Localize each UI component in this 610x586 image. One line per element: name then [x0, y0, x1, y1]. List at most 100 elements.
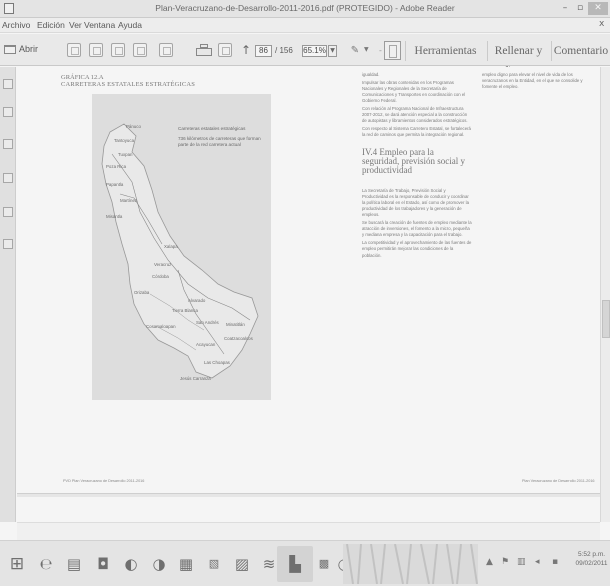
- section-title: CARRETERAS ESTATALES ESTRATÉGICAS: [61, 81, 196, 88]
- layers-icon[interactable]: [3, 239, 13, 249]
- paragraph: La competitividad y el aprovechamiento d…: [362, 240, 472, 258]
- clock-date: 09/02/2011: [575, 560, 608, 567]
- city-label: Tuxpan: [118, 152, 133, 157]
- scrollbar-thumb[interactable]: [602, 300, 610, 338]
- pages-icon[interactable]: [3, 107, 13, 117]
- export-icon[interactable]: [89, 43, 103, 57]
- vertical-scrollbar[interactable]: [600, 67, 610, 522]
- flag-icon[interactable]: ⚑: [501, 557, 509, 567]
- city-label: Cosamaloapan: [146, 324, 176, 329]
- city-label: Xalapa: [164, 244, 178, 249]
- paragraph: Con respecto al Sistema Carretero Estata…: [362, 126, 471, 138]
- desktop-texture: [343, 544, 478, 584]
- paragraph: Se buscará la creación de fuentes de emp…: [362, 220, 472, 238]
- create-pdf-icon[interactable]: [67, 43, 81, 57]
- document-view[interactable]: GRÁFICA 12.A CARRETERAS ESTATALES ESTRAT…: [17, 67, 600, 522]
- clock-time: 5:52 p.m.: [577, 551, 606, 558]
- fill-sign-pane-button[interactable]: Rellenar y firmar: [487, 41, 549, 77]
- title-bar: Plan-Veracruzano-de-Desarrollo-2011-2016…: [0, 0, 610, 18]
- spreadsheet-icon[interactable]: ▩: [313, 553, 335, 575]
- paragraph: Con relación al Programa Nacional de Inf…: [362, 106, 468, 124]
- zoom-dropdown-icon[interactable]: ▼: [328, 45, 337, 57]
- menu-archivo[interactable]: Archivo: [2, 20, 30, 30]
- city-label: Las Choapas: [204, 360, 230, 365]
- text-column-1: igualdad. Impulsar las obras contenidas …: [362, 72, 472, 260]
- page-total: / 156: [275, 46, 293, 55]
- city-label: Orizaba: [134, 290, 150, 295]
- sign-pen-icon[interactable]: ✎: [348, 44, 362, 58]
- separator-icon: -: [379, 46, 382, 55]
- text-column-2: empleo digno para elevar el nivel de vid…: [482, 72, 590, 91]
- minimize-button[interactable]: –: [558, 2, 572, 15]
- section-heading: IV.4 Empleo para la seguridad, previsión…: [362, 146, 465, 175]
- menu-ayuda[interactable]: Ayuda: [118, 20, 142, 30]
- office-icon[interactable]: ▧: [203, 553, 225, 575]
- lock-icon[interactable]: [3, 79, 13, 89]
- city-label: Martínez: [120, 198, 138, 203]
- city-label: Tierra Blanca: [172, 308, 198, 313]
- city-label: Coatzacoalcos: [224, 336, 253, 341]
- city-label: Minatitlán: [226, 322, 245, 327]
- close-button[interactable]: ✕: [588, 2, 608, 15]
- zoom-input[interactable]: 65.1%: [302, 45, 327, 57]
- language-icon[interactable]: ▪: [552, 557, 558, 567]
- map-legend-line2: 736 kilómetros de carreteras que forman …: [178, 136, 261, 147]
- word-icon[interactable]: ▨: [231, 553, 253, 575]
- start-button-icon[interactable]: ⊞: [6, 553, 28, 575]
- city-label: Tantoyuca: [114, 138, 135, 143]
- paragraph: Impulsar las obras contenidas en los Pro…: [362, 79, 466, 104]
- navigation-pane: [0, 67, 16, 522]
- taskbar: ⊞ ℮ ▤ ◘ ◐ ◑ ▦ ▧ ▨ ≋ ▙ ▩ ◔ ▲ ⚑ ▥ ◂ ▪ 5:52…: [0, 540, 610, 586]
- explorer-icon[interactable]: ▤: [63, 553, 85, 575]
- show-hidden-icon[interactable]: ▲: [486, 557, 493, 567]
- email-icon[interactable]: [218, 43, 232, 57]
- app-icon[interactable]: ◐: [120, 553, 142, 575]
- volume-icon[interactable]: ◂: [535, 557, 540, 567]
- city-label: San Andrés: [196, 320, 219, 325]
- save-icon[interactable]: [159, 43, 173, 57]
- open-label: Abrir: [19, 44, 39, 54]
- document-app-icon[interactable]: ▦: [175, 553, 197, 575]
- horizontal-scrollbar[interactable]: [17, 522, 600, 540]
- bookmark-icon[interactable]: [3, 139, 13, 149]
- edit-icon[interactable]: [111, 43, 125, 57]
- signature-icon[interactable]: [3, 207, 13, 217]
- city-label: Córdoba: [152, 274, 169, 279]
- comment-pane-button[interactable]: Comentario: [551, 41, 610, 61]
- paragraph: La Secretaría de Trabajo, Previsión Soci…: [362, 187, 470, 218]
- menu-bar: Archivo Edición Ver Ventana Ayuda x: [0, 18, 610, 33]
- paragraph: empleo digno para elevar el nivel de vid…: [482, 72, 583, 90]
- open-button[interactable]: Abrir: [4, 43, 46, 57]
- previous-page-icon[interactable]: ↑: [240, 42, 252, 58]
- city-label: Acayucan: [196, 342, 216, 347]
- adobe-reader-taskbar-icon[interactable]: ▙: [284, 553, 306, 575]
- city-label: Alvarado: [188, 298, 206, 303]
- city-label: Misantla: [106, 214, 123, 219]
- section-label: GRÁFICA 12.A: [61, 74, 104, 81]
- menu-ventana[interactable]: Ventana: [84, 20, 115, 30]
- media-icon[interactable]: ◑: [148, 553, 170, 575]
- sign-dropdown-icon[interactable]: ▼: [364, 46, 369, 53]
- system-clock[interactable]: 5:52 p.m. 09/02/2011: [575, 550, 608, 568]
- city-label: Veracruz: [154, 262, 172, 267]
- document-close-icon[interactable]: x: [599, 19, 604, 29]
- map-legend: Carreteras estatales estratégicas 736 ki…: [178, 126, 266, 148]
- print-icon[interactable]: [196, 44, 212, 56]
- menu-edicion[interactable]: Edición: [37, 20, 65, 30]
- store-icon[interactable]: ◘: [92, 553, 114, 575]
- paragraph: igualdad.: [362, 72, 380, 77]
- attachment-icon[interactable]: [3, 173, 13, 183]
- maximize-button[interactable]: ▫: [573, 2, 587, 15]
- veracruz-map: Carreteras estatales estratégicas 736 ki…: [92, 94, 271, 400]
- desktop-preview: [343, 544, 478, 584]
- network-icon[interactable]: ▥: [517, 557, 526, 567]
- toolbar: Abrir ↑ 86 / 156 65.1% ▼ ✎ ▼ - Herramien…: [0, 34, 610, 77]
- page-separator: [17, 493, 600, 497]
- page-number-input[interactable]: 86: [255, 45, 272, 57]
- settings-icon[interactable]: [133, 43, 147, 57]
- window-title: Plan-Veracruzano-de-Desarrollo-2011-2016…: [155, 3, 455, 13]
- menu-ver[interactable]: Ver: [69, 20, 82, 30]
- panel-toggle-icon[interactable]: [384, 41, 401, 60]
- tools-pane-button[interactable]: Herramientas: [405, 41, 485, 61]
- browser-icon[interactable]: ℮: [35, 553, 57, 575]
